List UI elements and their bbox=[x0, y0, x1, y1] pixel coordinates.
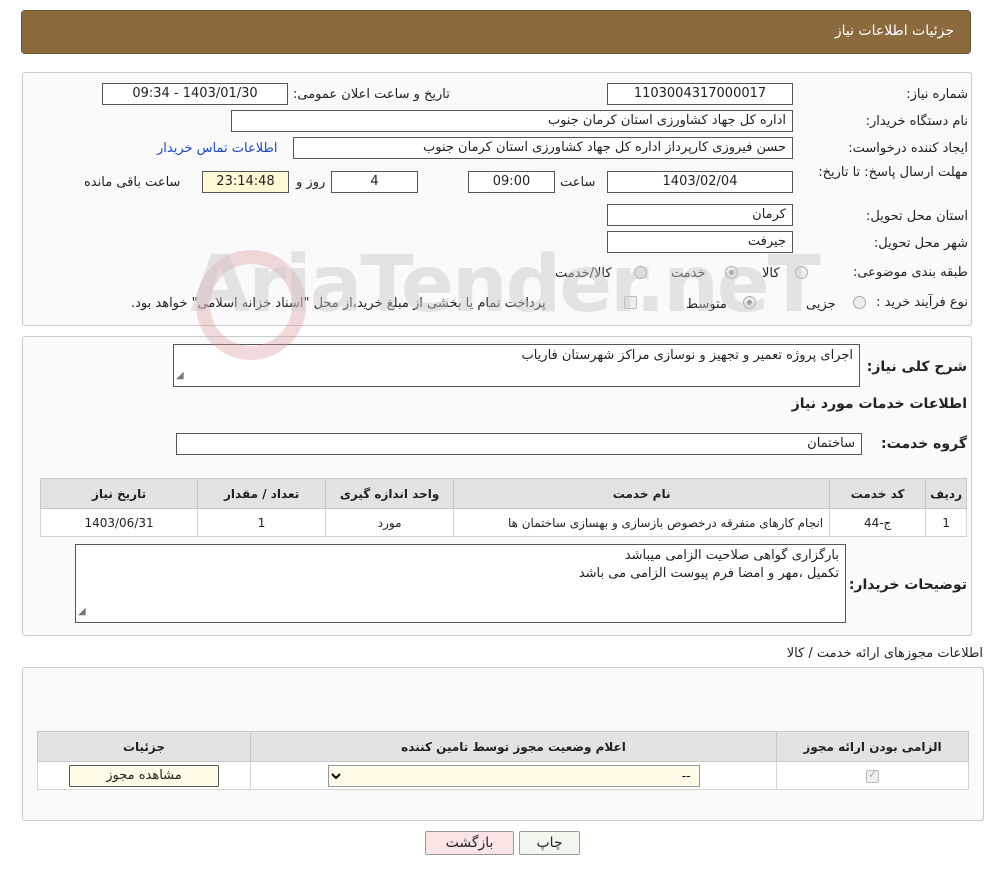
print-button[interactable]: چاپ bbox=[519, 831, 580, 855]
row-number: 1 bbox=[925, 508, 967, 537]
category-radio-service[interactable] bbox=[725, 266, 738, 279]
buyer-notes-textarea[interactable]: بارگزاری گواهی صلاحیت الزامی میباشد تکمی… bbox=[75, 544, 846, 623]
view-permit-button[interactable]: مشاهده مجوز bbox=[69, 764, 219, 787]
description-label: شرح کلی نیاز: bbox=[866, 359, 967, 375]
col-permit-status: اعلام وضعیت مجوز توسط تامین کننده bbox=[250, 731, 777, 762]
col-permit-details: جزئیات bbox=[37, 731, 251, 762]
back-button[interactable]: بازگشت bbox=[425, 831, 514, 855]
services-table: ردیف کد خدمت نام خدمت واحد اندازه گیری ت… bbox=[39, 478, 967, 537]
col-need-date: تاریخ نیاز bbox=[39, 478, 199, 509]
page-header: جزئیات اطلاعات نیاز bbox=[21, 10, 971, 54]
description-textarea[interactable]: اجرای پروژه تعمیر و تجهیز و نوسازی مراکز… bbox=[173, 344, 860, 387]
col-service-code: کد خدمت bbox=[829, 478, 927, 509]
description-text: اجرای پروژه تعمیر و تجهیز و نوسازی مراکز… bbox=[521, 348, 853, 363]
buyer-notes-line-1: بارگزاری گواهی صلاحیت الزامی میباشد bbox=[624, 548, 839, 563]
permit-details-cell: مشاهده مجوز bbox=[37, 761, 251, 790]
buyer-org-field: اداره کل جهاد کشاورزی استان کرمان جنوب bbox=[231, 110, 793, 132]
service-code: ج-44 bbox=[829, 508, 927, 537]
col-permit-required: الزامی بودن ارائه مجوز bbox=[776, 731, 969, 762]
service-group-field: ساختمان bbox=[176, 433, 862, 455]
service-group-label: گروه خدمت: bbox=[881, 436, 967, 452]
table-row: 1 ج-44 انجام کارهای متفرقه درخصوص بازساز… bbox=[39, 508, 967, 537]
process-radio-minor[interactable] bbox=[853, 296, 866, 309]
creator-label: ایجاد کننده درخواست: bbox=[848, 141, 968, 156]
city-label: شهر محل تحویل: bbox=[873, 236, 968, 251]
announce-label: تاریخ و ساعت اعلان عمومی: bbox=[293, 87, 450, 102]
days-field: 4 bbox=[331, 171, 418, 193]
resize-grip-icon: ◢ bbox=[78, 606, 86, 617]
province-label: استان محل تحویل: bbox=[866, 209, 968, 224]
col-service-name: نام خدمت bbox=[453, 478, 831, 509]
permits-section-title: اطلاعات مجوزهای ارائه خدمت / کالا bbox=[786, 646, 983, 661]
buyer-contact-link[interactable]: اطلاعات تماس خریدار bbox=[157, 141, 277, 156]
resize-grip-icon: ◢ bbox=[176, 370, 184, 381]
days-label: روز و bbox=[296, 175, 326, 190]
need-number-label: شماره نیاز: bbox=[906, 87, 968, 102]
category-option-service: خدمت bbox=[671, 266, 706, 281]
process-option-medium: متوسط bbox=[686, 297, 727, 312]
city-field: جیرفت bbox=[607, 231, 793, 253]
need-number-field: 1103004317000017 bbox=[607, 83, 793, 105]
category-radio-goods-service[interactable] bbox=[634, 266, 647, 279]
creator-field: حسن فیروزی کارپرداز اداره کل جهاد کشاورز… bbox=[293, 137, 793, 159]
category-label: طبقه بندی موضوعی: bbox=[852, 265, 968, 280]
need-date: 1403/06/31 bbox=[39, 508, 199, 537]
permits-table: الزامی بودن ارائه مجوز اعلام وضعیت مجوز … bbox=[37, 731, 969, 790]
category-option-goods-service: کالا/خدمت bbox=[555, 266, 612, 281]
buyer-notes-label: توضیحات خریدار: bbox=[848, 577, 967, 593]
announce-datetime-field: 1403/01/30 - 09:34 bbox=[102, 83, 288, 105]
process-label: نوع فرآیند خرید : bbox=[876, 295, 968, 310]
category-option-goods: کالا bbox=[762, 266, 780, 281]
process-note: پرداخت تمام یا بخشی از مبلغ خرید،از محل … bbox=[131, 296, 546, 311]
services-section-title: اطلاعات خدمات مورد نیاز bbox=[791, 396, 967, 412]
services-table-header: ردیف کد خدمت نام خدمت واحد اندازه گیری ت… bbox=[39, 478, 967, 509]
permit-required-cell: ✓ bbox=[776, 761, 969, 790]
service-name: انجام کارهای متفرقه درخصوص بازسازی و بهس… bbox=[453, 508, 831, 537]
remaining-time-field: 23:14:48 bbox=[202, 171, 289, 193]
table-row: ✓ -- مشاهده مجوز bbox=[37, 761, 969, 790]
quantity: 1 bbox=[197, 508, 327, 537]
check-icon: ✓ bbox=[868, 767, 878, 781]
permits-table-header: الزامی بودن ارائه مجوز اعلام وضعیت مجوز … bbox=[37, 731, 969, 762]
unit: مورد bbox=[325, 508, 455, 537]
remaining-time-label: ساعت باقی مانده bbox=[84, 175, 181, 190]
category-radio-goods[interactable] bbox=[795, 266, 808, 279]
deadline-time-label: ساعت bbox=[560, 175, 596, 190]
process-option-minor: جزیی bbox=[806, 297, 836, 312]
page-title: جزئیات اطلاعات نیاز bbox=[834, 23, 954, 39]
col-row-number: ردیف bbox=[925, 478, 967, 509]
permit-status-cell: -- bbox=[250, 761, 777, 790]
deadline-label: مهلت ارسال پاسخ: تا تاریخ: bbox=[818, 165, 968, 180]
process-radio-medium[interactable] bbox=[743, 296, 756, 309]
col-unit: واحد اندازه گیری bbox=[325, 478, 455, 509]
permit-status-select[interactable]: -- bbox=[327, 764, 700, 787]
buyer-org-label: نام دستگاه خریدار: bbox=[865, 114, 968, 129]
province-field: کرمان bbox=[607, 204, 793, 226]
permit-required-checkbox[interactable]: ✓ bbox=[866, 767, 879, 783]
treasury-checkbox[interactable] bbox=[624, 296, 637, 309]
deadline-date-field: 1403/02/04 bbox=[607, 171, 793, 193]
buyer-notes-line-2: تکمیل ،مهر و امضا فرم پیوست الزامی می با… bbox=[578, 566, 839, 581]
deadline-time-field: 09:00 bbox=[468, 171, 555, 193]
col-quantity: تعداد / مقدار bbox=[197, 478, 327, 509]
